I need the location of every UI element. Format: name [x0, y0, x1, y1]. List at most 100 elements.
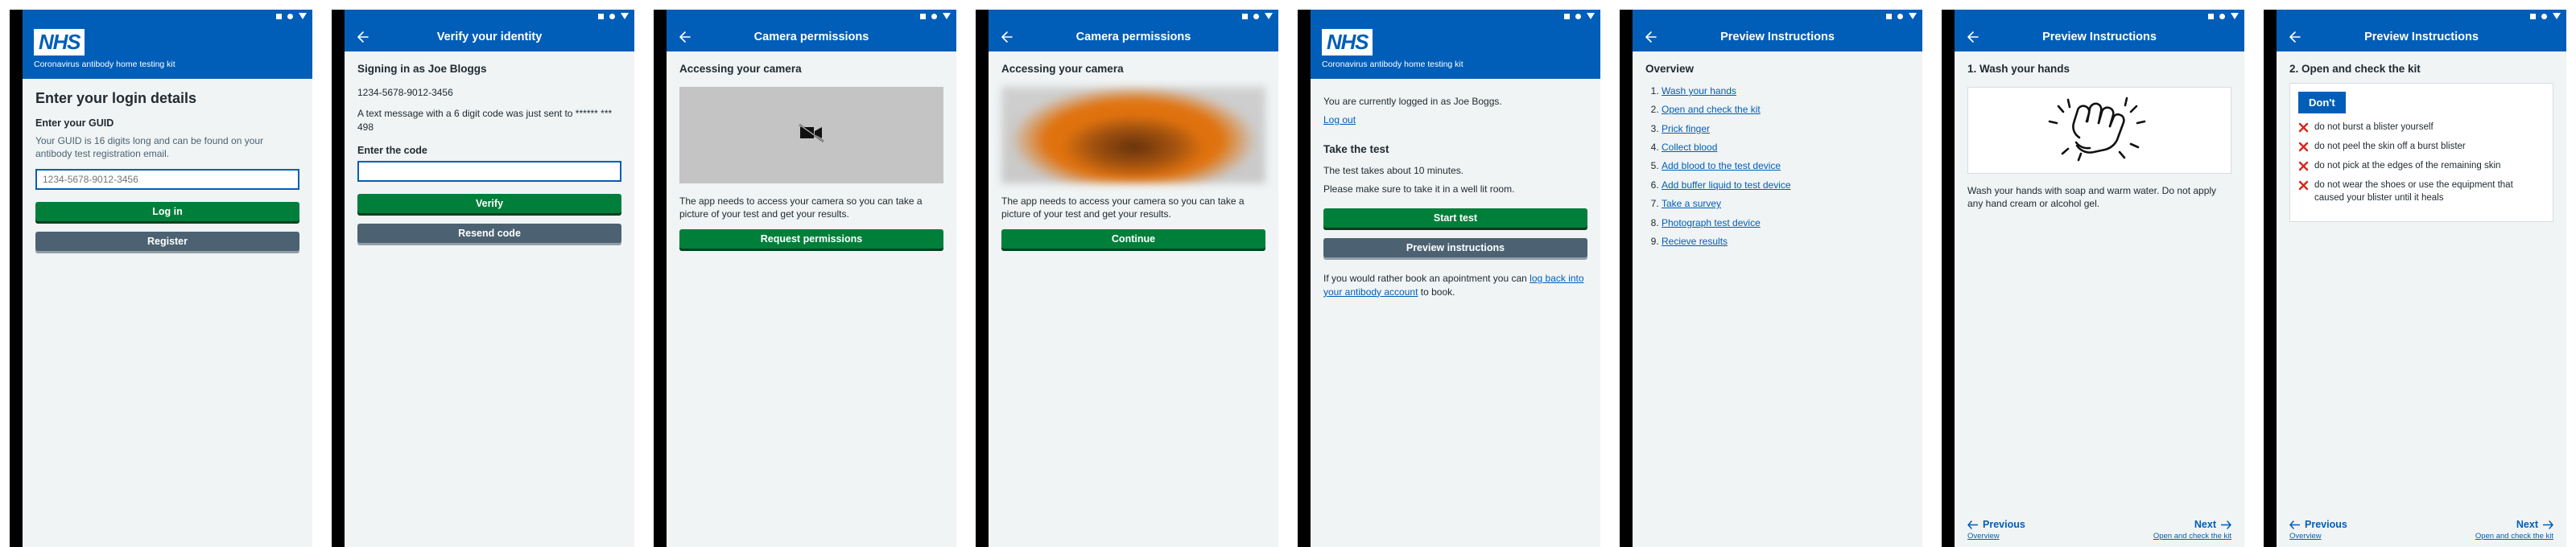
circle-icon — [2219, 13, 2225, 19]
camera-permission-explainer: The app needs to access your camera so y… — [1001, 195, 1245, 220]
nav-bar: Camera permissions — [667, 23, 956, 51]
preview-instructions-button[interactable]: Preview instructions — [1323, 238, 1587, 258]
triangle-down-icon — [943, 13, 951, 19]
step-link-3[interactable]: Prick finger — [1662, 123, 1710, 134]
triangle-down-icon — [2231, 13, 2239, 19]
resend-code-button[interactable]: Resend code — [357, 224, 621, 244]
code-field-label: Enter the code — [357, 144, 427, 156]
step-link-6[interactable]: Add buffer liquid to test device — [1662, 179, 1791, 191]
cross-icon — [2298, 161, 2309, 171]
step-illustration — [1967, 86, 2231, 174]
back-arrow-icon[interactable] — [2286, 29, 2302, 45]
app-viewport: NHS Coronavirus antibody home testing ki… — [1311, 10, 1600, 547]
accessing-camera-heading: Accessing your camera — [1001, 63, 1124, 75]
screen-body: Overview Wash your hands Open and check … — [1633, 51, 1922, 547]
pager-previous: Previous Overview — [1967, 519, 2025, 541]
camera-permission-explainer: The app needs to access your camera so y… — [679, 195, 923, 220]
screen-body: 1. Wash your hands Wash your hands with … — [1955, 51, 2244, 547]
step-link-5[interactable]: Add blood to the test device — [1662, 160, 1781, 171]
nav-bar: Preview Instructions — [2277, 23, 2566, 51]
phone-screen-preview-step-1: Preview Instructions 1. Wash your hands — [1932, 0, 2254, 547]
previous-sublabel[interactable]: Overview — [2289, 532, 2347, 541]
circle-icon — [1575, 13, 1581, 19]
test-lighting-text: Please make sure to take it in a well li… — [1323, 183, 1515, 195]
step-link-2[interactable]: Open and check the kit — [1662, 104, 1761, 115]
app-viewport: Camera permissions Accessing your camera… — [667, 10, 956, 547]
list-item: Recieve results — [1662, 236, 1909, 247]
step-link-7[interactable]: Take a survey — [1662, 198, 1721, 209]
previous-sublabel[interactable]: Overview — [1967, 532, 2025, 541]
previous-label: Previous — [2305, 519, 2347, 530]
back-arrow-icon[interactable] — [354, 29, 370, 45]
take-the-test-heading: Take the test — [1323, 143, 1389, 156]
dont-item-text: do not pick at the edges of the remainin… — [2314, 161, 2501, 171]
back-arrow-icon[interactable] — [998, 29, 1014, 45]
circle-icon — [1253, 13, 1259, 19]
list-item: do not wear the shoes or use the equipme… — [2298, 179, 2543, 204]
washing-hands-icon — [2047, 94, 2152, 166]
status-bar — [23, 10, 312, 23]
request-permissions-button[interactable]: Request permissions — [679, 228, 943, 249]
back-arrow-icon[interactable] — [1964, 29, 1980, 45]
back-arrow-icon[interactable] — [676, 29, 692, 45]
nav-title: Verify your identity — [436, 31, 543, 43]
next-label: Next — [2516, 519, 2538, 530]
square-icon — [2208, 13, 2214, 19]
square-icon — [276, 13, 282, 19]
phone-screen-verify-identity: Verify your identity Signing in as Joe B… — [322, 0, 644, 547]
screen-body: 2. Open and check the kit Don't do not b… — [2277, 51, 2566, 547]
nhs-logo: NHS — [1322, 29, 1373, 56]
app-viewport: Preview Instructions 1. Wash your hands — [1955, 10, 2244, 547]
next-button[interactable]: Next — [2194, 519, 2231, 530]
log-in-button[interactable]: Log in — [35, 201, 299, 221]
next-sublabel[interactable]: Open and check the kit — [2475, 532, 2553, 541]
dont-item-text: do not burst a blister yourself — [2314, 121, 2434, 132]
test-duration-text: The test takes about 10 minutes. — [1323, 165, 1464, 177]
square-icon — [920, 13, 926, 19]
accessing-camera-heading: Accessing your camera — [679, 63, 802, 75]
brand-subtitle: Coronavirus antibody home testing kit — [1322, 60, 1463, 69]
step-link-8[interactable]: Photograph test device — [1662, 217, 1761, 228]
log-out-link[interactable]: Log out — [1323, 114, 1356, 125]
arrow-right-icon — [2542, 520, 2553, 529]
arrow-right-icon — [2220, 520, 2231, 529]
previous-button[interactable]: Previous — [1967, 519, 2025, 530]
camera-live-preview — [1001, 86, 1265, 183]
sms-sent-note: A text message with a 6 digit code was j… — [357, 108, 613, 133]
status-bar — [345, 10, 634, 23]
step-body-text: Wash your hands with soap and warm water… — [1967, 184, 2217, 210]
nav-bar: Camera permissions — [989, 23, 1278, 51]
nav-title: Preview Instructions — [2364, 31, 2479, 43]
guid-input[interactable] — [35, 168, 299, 190]
app-viewport: Camera permissions Accessing your camera… — [989, 10, 1278, 547]
verify-button[interactable]: Verify — [357, 194, 621, 214]
continue-button[interactable]: Continue — [1001, 228, 1265, 249]
back-arrow-icon[interactable] — [1642, 29, 1658, 45]
list-item: Open and check the kit — [1662, 104, 1909, 115]
step-heading: 1. Wash your hands — [1967, 63, 2070, 75]
step-link-4[interactable]: Collect blood — [1662, 142, 1717, 153]
previous-button[interactable]: Previous — [2289, 519, 2347, 530]
brand-subtitle: Coronavirus antibody home testing kit — [34, 60, 175, 69]
step-link-9[interactable]: Recieve results — [1662, 236, 1728, 247]
verification-code-input[interactable] — [357, 161, 621, 183]
cross-icon — [2298, 142, 2309, 152]
phone-screen-take-the-test: NHS Coronavirus antibody home testing ki… — [1288, 0, 1610, 547]
next-button[interactable]: Next — [2516, 519, 2553, 530]
step-link-1[interactable]: Wash your hands — [1662, 85, 1736, 97]
phone-screen-camera-permissions-denied: Camera permissions Accessing your camera… — [644, 0, 966, 547]
square-icon — [1564, 13, 1570, 19]
next-sublabel[interactable]: Open and check the kit — [2153, 532, 2231, 541]
register-button[interactable]: Register — [35, 231, 299, 251]
nhs-logo: NHS — [34, 29, 85, 56]
status-bar — [667, 10, 956, 23]
booking-note-suffix: to book. — [1418, 286, 1455, 298]
start-test-button[interactable]: Start test — [1323, 208, 1587, 228]
list-item: Add buffer liquid to test device — [1662, 179, 1909, 191]
status-bar — [989, 10, 1278, 23]
list-item: Add blood to the test device — [1662, 160, 1909, 171]
pager: Previous Overview Next Open and check th… — [1967, 519, 2231, 541]
triangle-down-icon — [1265, 13, 1273, 19]
cross-icon — [2298, 180, 2309, 191]
circle-icon — [931, 13, 937, 19]
